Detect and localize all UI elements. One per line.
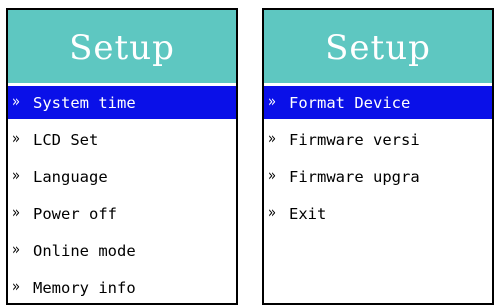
menu-item-format-device[interactable]: » Format Device bbox=[264, 86, 492, 119]
chevron-double-right-icon: » bbox=[12, 93, 20, 112]
chevron-double-right-icon: » bbox=[12, 130, 20, 149]
menu-item-label: Language bbox=[33, 167, 108, 186]
menu-item-label: Format Device bbox=[289, 93, 411, 112]
chevron-double-right-icon: » bbox=[268, 93, 276, 112]
menu-list: » System time » LCD Set » Language » Pow… bbox=[8, 86, 236, 303]
menu-list: » Format Device » Firmware versi » Firmw… bbox=[264, 86, 492, 230]
chevron-double-right-icon: » bbox=[12, 278, 20, 297]
menu-item-label: Memory info bbox=[33, 278, 136, 297]
chevron-double-right-icon: » bbox=[268, 130, 276, 149]
menu-item-language[interactable]: » Language bbox=[8, 160, 236, 193]
panel-header: Setup bbox=[264, 10, 492, 85]
menu-item-label: System time bbox=[33, 93, 136, 112]
chevron-double-right-icon: » bbox=[268, 167, 276, 186]
chevron-double-right-icon: » bbox=[12, 241, 20, 260]
menu-item-online-mode[interactable]: » Online mode bbox=[8, 234, 236, 267]
menu-item-exit[interactable]: » Exit bbox=[264, 197, 492, 230]
menu-item-label: Firmware versi bbox=[289, 130, 420, 149]
menu-item-memory-info[interactable]: » Memory info bbox=[8, 271, 236, 303]
panel-title: Setup bbox=[325, 27, 431, 68]
menu-item-firmware-upgrade[interactable]: » Firmware upgra bbox=[264, 160, 492, 193]
menu-item-firmware-version[interactable]: » Firmware versi bbox=[264, 123, 492, 156]
menu-item-label: Online mode bbox=[33, 241, 136, 260]
setup-menu-panel-left: Setup » System time » LCD Set » Language… bbox=[6, 8, 238, 305]
setup-menu-panel-right: Setup » Format Device » Firmware versi »… bbox=[262, 8, 494, 305]
chevron-double-right-icon: » bbox=[12, 204, 20, 223]
chevron-double-right-icon: » bbox=[12, 167, 20, 186]
menu-item-label: Power off bbox=[33, 204, 117, 223]
chevron-double-right-icon: » bbox=[268, 204, 276, 223]
panel-title: Setup bbox=[69, 27, 175, 68]
panel-header: Setup bbox=[8, 10, 236, 85]
menu-item-lcd-set[interactable]: » LCD Set bbox=[8, 123, 236, 156]
menu-item-label: LCD Set bbox=[33, 130, 99, 149]
menu-item-label: Firmware upgra bbox=[289, 167, 420, 186]
menu-item-label: Exit bbox=[289, 204, 327, 223]
menu-item-system-time[interactable]: » System time bbox=[8, 86, 236, 119]
menu-item-power-off[interactable]: » Power off bbox=[8, 197, 236, 230]
